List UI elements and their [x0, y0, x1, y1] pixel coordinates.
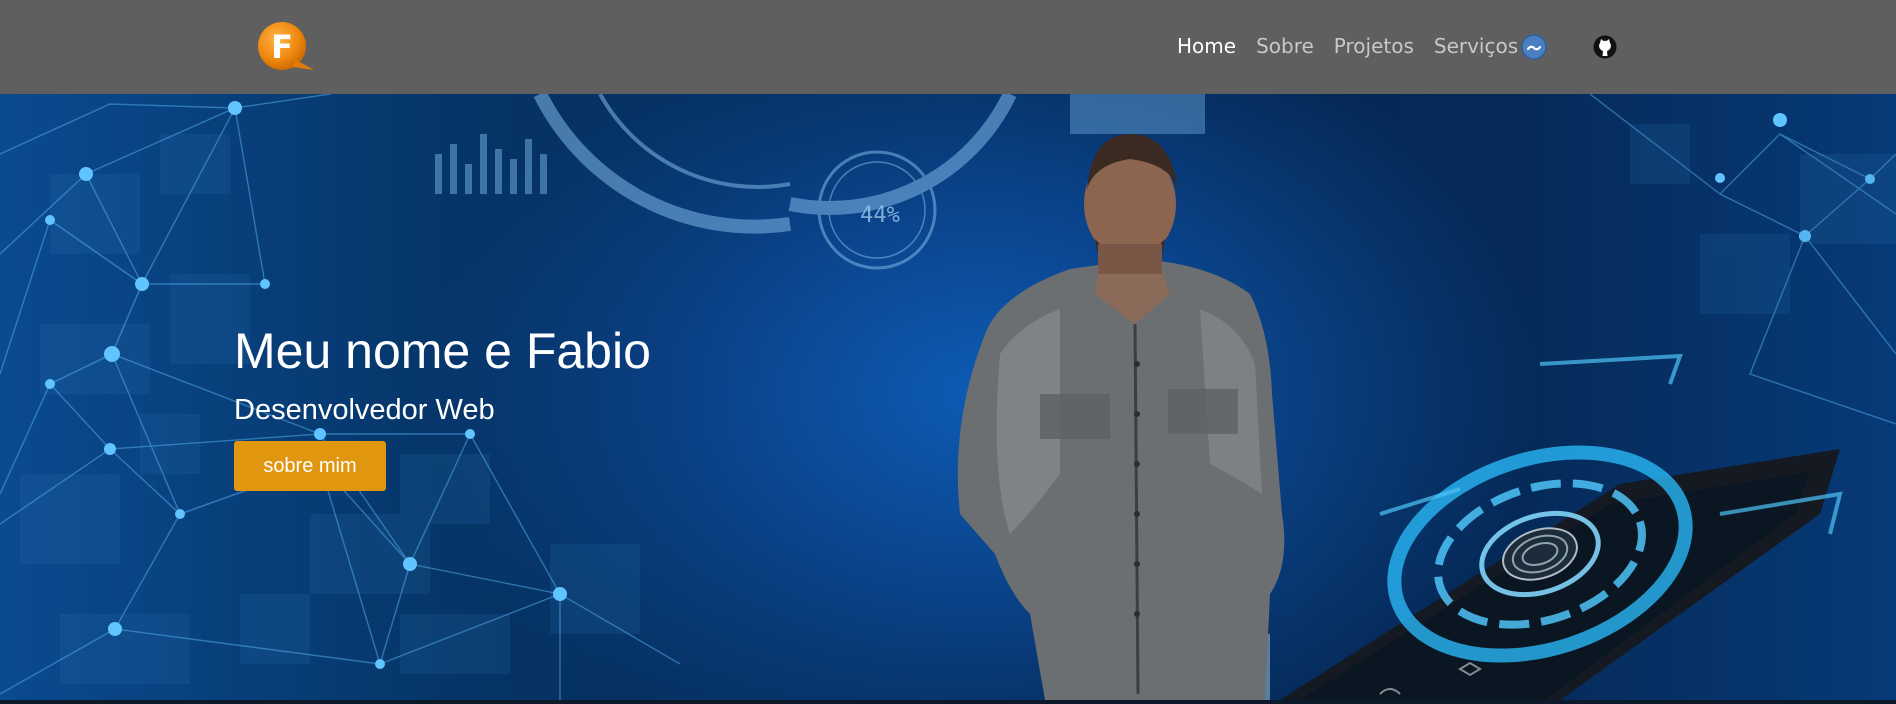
- nav-menu: Home Sobre Projetos Serviços: [1177, 31, 1538, 61]
- logo-icon[interactable]: F: [252, 20, 316, 74]
- nav-link-projetos[interactable]: Projetos: [1334, 31, 1414, 61]
- svg-text:44%: 44%: [860, 203, 900, 228]
- nav-link-home[interactable]: Home: [1177, 31, 1236, 61]
- svg-text:F: F: [271, 28, 293, 66]
- nav-link-sobre[interactable]: Sobre: [1256, 31, 1314, 61]
- hero-bottom-border: [0, 700, 1896, 704]
- hero-title: Meu nome e Fabio: [234, 323, 651, 379]
- github-icon[interactable]: [1590, 32, 1620, 62]
- nav-link-servicos[interactable]: Serviços: [1434, 31, 1518, 61]
- hero-subtitle: Desenvolvedor Web: [234, 394, 495, 426]
- hero-section: 44% Meu nome e Fabio Desenvolvedor Web s…: [0, 94, 1896, 700]
- linkedin-icon[interactable]: [1519, 32, 1549, 62]
- sobre-mim-button[interactable]: sobre mim: [234, 441, 386, 491]
- navbar: F Home Sobre Projetos Serviços: [0, 0, 1896, 94]
